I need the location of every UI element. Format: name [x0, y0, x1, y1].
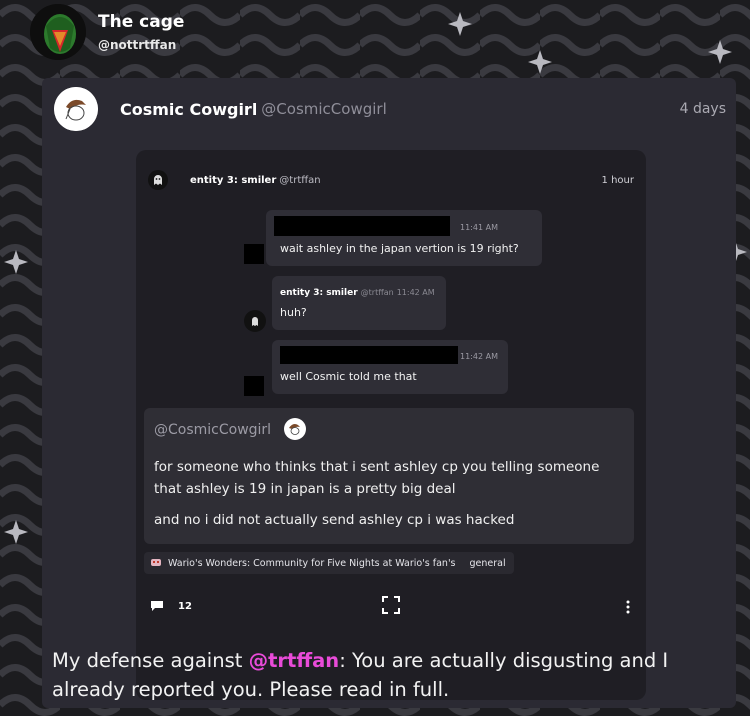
- message-time: 11:41 AM: [460, 223, 498, 232]
- message-author: entity 3: smiler @trtffan 11:42 AM: [280, 288, 435, 298]
- redacted-avatar: [244, 376, 264, 396]
- message-text: wait ashley in the japan vertion is 19 r…: [280, 242, 519, 255]
- redacted-avatar: [244, 244, 264, 264]
- community-avatar[interactable]: [30, 4, 86, 60]
- embedded-timestamp: 1 hour: [601, 174, 634, 186]
- chat-bubble-icon: [150, 600, 164, 615]
- chat-message: entity 3: smiler @trtffan 11:42 AM huh?: [272, 276, 446, 330]
- channel-name: general: [469, 557, 506, 569]
- post-author-name[interactable]: Cosmic Cowgirl: [120, 100, 257, 119]
- expand-icon: [382, 596, 400, 617]
- community-header[interactable]: The cage @nottrtffan: [30, 4, 184, 64]
- community-tag: Wario's Wonders: Community for Five Nigh…: [144, 552, 514, 574]
- message-text: well Cosmic told me that: [280, 370, 417, 383]
- community-icon: [150, 557, 162, 570]
- community-title[interactable]: The cage: [98, 12, 184, 32]
- message-author-name: entity 3: smiler: [280, 288, 358, 298]
- post-caption: My defense against @trtffan: You are act…: [52, 646, 732, 704]
- post-timestamp: 4 days: [679, 101, 726, 117]
- community-handle: @nottrtffan: [98, 38, 177, 52]
- message-author-handle: @trtffan: [360, 288, 394, 297]
- message-text: huh?: [280, 306, 307, 319]
- comment-count: 12: [178, 601, 192, 612]
- caption-text: My defense against: [52, 649, 249, 672]
- quote-handle: @CosmicCowgirl: [154, 422, 272, 438]
- quote-line-2: and no i did not actually send ashley cp…: [154, 512, 515, 528]
- quote-line-1: for someone who thinks that i sent ashle…: [154, 459, 600, 497]
- author-avatar[interactable]: [54, 87, 98, 131]
- embedded-post-header: entity 3: smiler @trtffan 1 hour: [148, 170, 634, 190]
- ghost-avatar-icon: [148, 170, 168, 190]
- user-mention-link[interactable]: @trtffan: [249, 649, 340, 672]
- redacted-username: [274, 216, 450, 236]
- community-name: Wario's Wonders: Community for Five Nigh…: [168, 557, 456, 569]
- post-header: Cosmic Cowgirl @CosmicCowgirl 4 days: [54, 86, 726, 132]
- chat-message: 11:42 AM well Cosmic told me that: [272, 340, 508, 394]
- post-card[interactable]: Cosmic Cowgirl @CosmicCowgirl 4 days ent…: [42, 78, 736, 708]
- quote-avatar: [284, 418, 306, 440]
- message-avatar: [244, 310, 266, 332]
- redacted-username: [280, 346, 458, 364]
- embedded-author-name: entity 3: smiler: [190, 174, 277, 186]
- post-author-handle[interactable]: @CosmicCowgirl: [261, 100, 386, 118]
- embedded-post-footer: 12: [148, 596, 630, 620]
- message-time: 11:42 AM: [396, 288, 435, 297]
- chat-message: 11:41 AM wait ashley in the japan vertio…: [266, 210, 542, 266]
- quoted-comment: @CosmicCowgirl for someone who thinks th…: [144, 408, 634, 544]
- post-image[interactable]: entity 3: smiler @trtffan 1 hour 11:41 A…: [136, 150, 646, 700]
- message-time: 11:42 AM: [460, 352, 498, 361]
- embedded-author-handle: @trtffan: [279, 174, 321, 186]
- more-vertical-icon: [626, 600, 630, 617]
